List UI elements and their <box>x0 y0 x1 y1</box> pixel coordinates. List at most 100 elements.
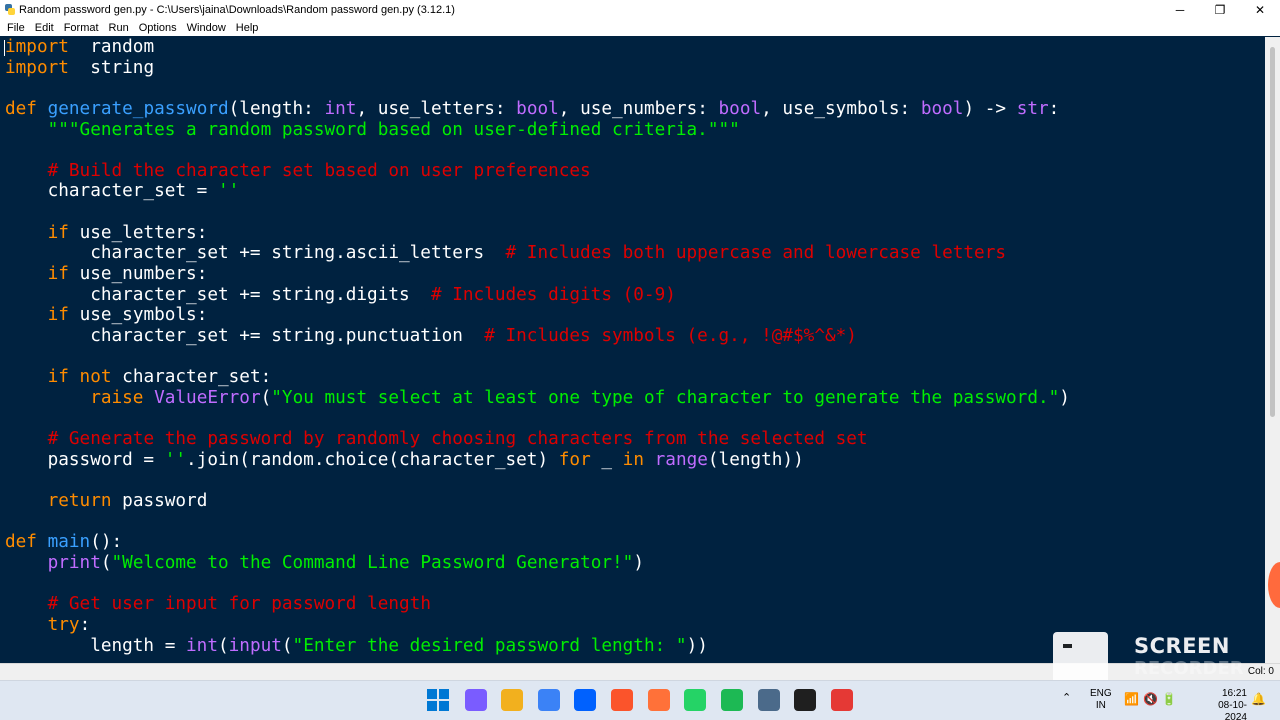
terminal-icon[interactable] <box>794 689 816 711</box>
code-token: if not <box>47 367 112 388</box>
window-controls: ─ ❐ ✕ <box>1160 0 1280 20</box>
code-token: print <box>47 553 101 574</box>
code-line: # Build the character set based on user … <box>5 161 1070 182</box>
code-token: (length)) <box>707 449 804 470</box>
menu-edit[interactable]: Edit <box>30 20 59 36</box>
code-editor[interactable]: import random import string def generate_… <box>0 37 1265 663</box>
code-line: # Get user input for password length <box>5 594 1070 615</box>
code-token: def <box>5 532 37 553</box>
menu-options[interactable]: Options <box>134 20 182 36</box>
microsoft-store-icon[interactable] <box>538 689 560 711</box>
code-token: """Generates a random password based on … <box>47 119 740 140</box>
code-token: try <box>47 614 80 635</box>
screen-recorder-icon[interactable] <box>831 689 853 711</box>
code-token: password <box>111 491 208 512</box>
code-line: raise ValueError("You must select at lea… <box>5 388 1070 409</box>
code-token: , use_letters: <box>356 98 517 119</box>
code-token: length = <box>5 635 187 656</box>
code-token: for <box>558 449 591 470</box>
code-token: password = <box>5 449 165 470</box>
code-token: , use_numbers: <box>558 98 719 119</box>
code-token: )) <box>686 635 708 656</box>
code-token: if <box>47 264 69 285</box>
code-token: "You must select at least one type of ch… <box>271 387 1060 408</box>
menu-window[interactable]: Window <box>182 20 231 36</box>
menu-help[interactable]: Help <box>231 20 264 36</box>
code-token: import <box>5 37 69 57</box>
python-idle-icon[interactable] <box>758 689 780 711</box>
code-token: if <box>47 222 69 243</box>
code-token: # Includes both uppercase and lowercase … <box>505 243 1007 264</box>
code-token: string <box>68 57 155 78</box>
code-token: _ <box>590 449 623 470</box>
code-token: "Welcome to the Command Line Password Ge… <box>111 553 634 574</box>
whatsapp-icon[interactable] <box>684 689 706 711</box>
code-token: raise <box>90 387 144 408</box>
code-token: in <box>622 449 644 470</box>
code-token: (): <box>90 532 123 553</box>
language-indicator[interactable]: ENG IN <box>1090 688 1112 712</box>
code-token: str <box>1016 98 1049 119</box>
code-line: # Generate the password by randomly choo… <box>5 429 1070 450</box>
code-token: bool <box>718 98 762 119</box>
title-bar: Random password gen.py - C:\Users\jaina\… <box>0 0 1280 20</box>
code-token: ValueError <box>154 387 261 408</box>
maximize-button[interactable]: ❐ <box>1200 0 1240 20</box>
menu-format[interactable]: Format <box>59 20 104 36</box>
minimize-button[interactable]: ─ <box>1160 0 1200 20</box>
code-token: ) <box>633 553 644 574</box>
menu-file[interactable]: File <box>2 20 30 36</box>
firefox-icon[interactable] <box>648 689 670 711</box>
code-line: if not character_set: <box>5 367 1070 388</box>
code-token: ) -> <box>963 98 1017 119</box>
system-clock[interactable]: 16:21 08-10-2024 <box>1205 688 1247 720</box>
copilot-icon[interactable] <box>465 689 487 711</box>
close-button[interactable]: ✕ <box>1240 0 1280 20</box>
notification-bell-icon[interactable]: 🔔 <box>1251 692 1266 706</box>
code-token: , use_symbols: <box>761 98 921 119</box>
network-volume-battery-icons[interactable]: 📶🔇🔋 <box>1124 692 1181 706</box>
code-line: character_set = '' <box>5 181 1070 202</box>
code-text[interactable]: import random import string def generate_… <box>5 37 1070 656</box>
code-token: # Generate the password by randomly choo… <box>47 429 868 450</box>
code-token: return <box>47 491 112 512</box>
window-title: Random password gen.py - C:\Users\jaina\… <box>19 4 455 16</box>
code-line: character_set += string.punctuation # In… <box>5 326 1070 347</box>
menu-bar: File Edit Format Run Options Window Help <box>0 20 1280 36</box>
brave-icon[interactable] <box>611 689 633 711</box>
windows-start-icon[interactable] <box>427 689 449 711</box>
code-token: input <box>228 635 282 656</box>
cursor-position: Col: 0 <box>1247 666 1274 677</box>
recorder-widget[interactable] <box>1053 632 1108 684</box>
code-token: .join(random.choice(character_set) <box>186 449 559 470</box>
scrollbar-thumb[interactable] <box>1270 47 1275 417</box>
code-token: # Includes symbols (e.g., !@#$%^&*) <box>484 325 857 346</box>
code-line: return password <box>5 491 1070 512</box>
code-token: use_symbols: <box>68 305 208 326</box>
language-code: ENG <box>1090 688 1112 699</box>
spotify-icon[interactable] <box>721 689 743 711</box>
tray-overflow-icon[interactable]: ⌃ <box>1062 691 1071 704</box>
code-token: ( <box>217 635 229 656</box>
file-explorer-icon[interactable] <box>501 689 523 711</box>
code-token: bool <box>920 98 964 119</box>
code-token: generate_password <box>47 98 229 119</box>
dropbox-icon[interactable] <box>574 689 596 711</box>
code-line: def main(): <box>5 532 1070 553</box>
menu-run[interactable]: Run <box>104 20 134 36</box>
